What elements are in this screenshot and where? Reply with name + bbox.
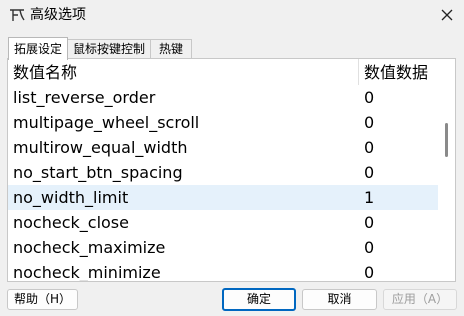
- column-divider[interactable]: [358, 59, 359, 85]
- item-value: 0: [364, 213, 375, 232]
- list-item[interactable]: multirow_equal_width 0: [8, 135, 438, 160]
- item-name: nocheck_minimize: [13, 263, 161, 282]
- item-name: no_start_btn_spacing: [13, 163, 183, 182]
- close-icon[interactable]: [436, 4, 458, 26]
- item-name: nocheck_close: [13, 213, 129, 232]
- list-item-selected[interactable]: no_width_limit 1: [8, 185, 438, 210]
- item-name: no_width_limit: [13, 188, 129, 207]
- item-name: multipage_wheel_scroll: [13, 113, 200, 132]
- item-value: 0: [364, 263, 375, 282]
- item-name: nocheck_maximize: [13, 238, 166, 257]
- item-value: 0: [364, 113, 375, 132]
- options-list: 数值名称 数值数据 list_reverse_order 0 multipage…: [7, 58, 456, 282]
- cancel-button[interactable]: 取消: [302, 289, 377, 310]
- item-value: 0: [364, 88, 375, 107]
- item-value: 1: [364, 188, 375, 207]
- column-header-value[interactable]: 数值数据: [364, 63, 428, 83]
- app-icon: [10, 9, 25, 21]
- list-header: 数值名称 数值数据: [8, 59, 438, 85]
- list-item[interactable]: no_start_btn_spacing 0: [8, 160, 438, 185]
- title-bar: 高级选项: [0, 0, 464, 30]
- list-item[interactable]: multipage_wheel_scroll 0: [8, 110, 438, 135]
- item-name: multirow_equal_width: [13, 138, 188, 157]
- list-item[interactable]: nocheck_maximize 0: [8, 235, 438, 260]
- tab-mouse-button-control[interactable]: 鼠标按键控制: [67, 39, 151, 59]
- tab-hotkeys[interactable]: 热键: [150, 39, 192, 59]
- help-button[interactable]: 帮助（H）: [7, 289, 78, 310]
- item-value: 0: [364, 163, 375, 182]
- scrollbar-thumb[interactable]: [445, 123, 448, 157]
- window-title: 高级选项: [30, 7, 86, 23]
- vertical-scrollbar[interactable]: [438, 59, 455, 281]
- tab-extended-settings[interactable]: 拓展设定: [8, 37, 68, 60]
- item-value: 0: [364, 238, 375, 257]
- ok-button[interactable]: 确定: [222, 288, 296, 311]
- item-name: list_reverse_order: [13, 88, 156, 107]
- item-value: 0: [364, 138, 375, 157]
- list-item[interactable]: nocheck_close 0: [8, 210, 438, 235]
- tab-strip: 拓展设定 鼠标按键控制 热键: [8, 37, 458, 60]
- list-item[interactable]: list_reverse_order 0: [8, 85, 438, 110]
- list-rows: list_reverse_order 0 multipage_wheel_scr…: [8, 85, 438, 281]
- column-header-name[interactable]: 数值名称: [13, 63, 77, 83]
- list-item[interactable]: nocheck_minimize 0: [8, 260, 438, 282]
- apply-button[interactable]: 应用（A）: [383, 289, 457, 310]
